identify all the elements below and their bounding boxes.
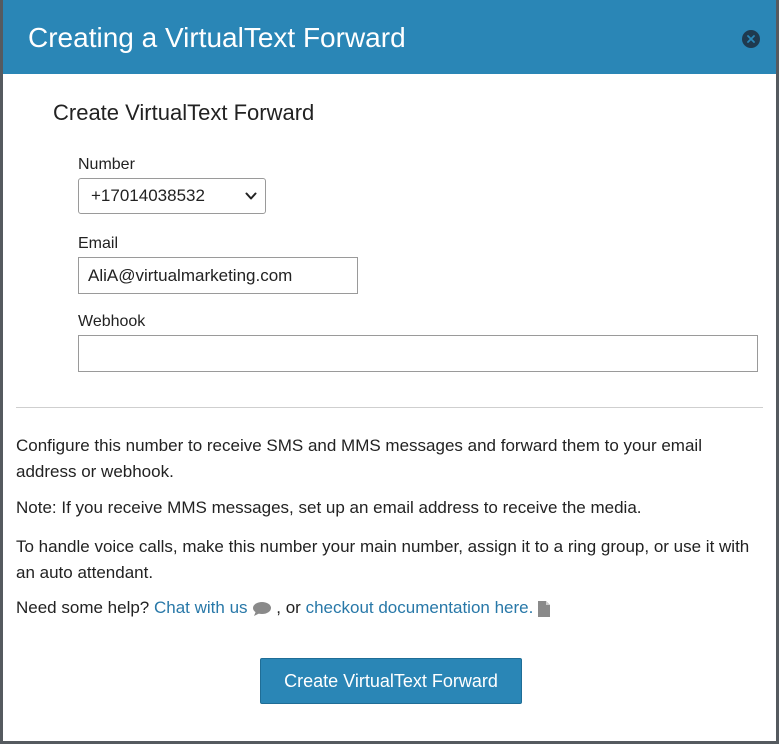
docs-link-label: checkout documentation here.: [305, 598, 534, 617]
email-field[interactable]: [78, 257, 358, 294]
number-select[interactable]: +17014038532: [78, 178, 266, 214]
close-icon[interactable]: [742, 30, 760, 48]
help-prefix: Need some help?: [16, 598, 150, 617]
help-separator: , or: [276, 598, 301, 617]
number-select-value: +17014038532: [91, 186, 205, 205]
number-label: Number: [78, 156, 135, 173]
create-forward-modal: Creating a VirtualText Forward Create Vi…: [0, 0, 779, 744]
info-paragraph-forwarding: Configure this number to receive SMS and…: [16, 436, 702, 481]
modal-title: Creating a VirtualText Forward: [28, 22, 406, 53]
divider: [16, 407, 763, 408]
help-line: Need some help? Chat with us , or checko…: [16, 595, 766, 621]
webhook-field[interactable]: [78, 335, 758, 372]
info-paragraph-mms-note: Note: If you receive MMS messages, set u…: [16, 498, 642, 517]
close-x-glyph: [747, 35, 755, 43]
email-label: Email: [78, 235, 119, 252]
section-title: Create VirtualText Forward: [53, 100, 315, 125]
chat-link[interactable]: Chat with us: [154, 598, 272, 617]
chat-link-label: Chat with us: [154, 598, 248, 617]
docs-link[interactable]: checkout documentation here.: [306, 598, 552, 617]
chevron-down-icon: [245, 192, 257, 200]
chat-bubble-icon: [252, 601, 271, 616]
modal-header: Creating a VirtualText Forward: [3, 0, 776, 74]
info-paragraph-voice: To handle voice calls, make this number …: [16, 537, 750, 582]
create-forward-button[interactable]: Create VirtualText Forward: [260, 658, 522, 704]
document-icon: [538, 600, 551, 617]
webhook-label: Webhook: [78, 313, 146, 330]
